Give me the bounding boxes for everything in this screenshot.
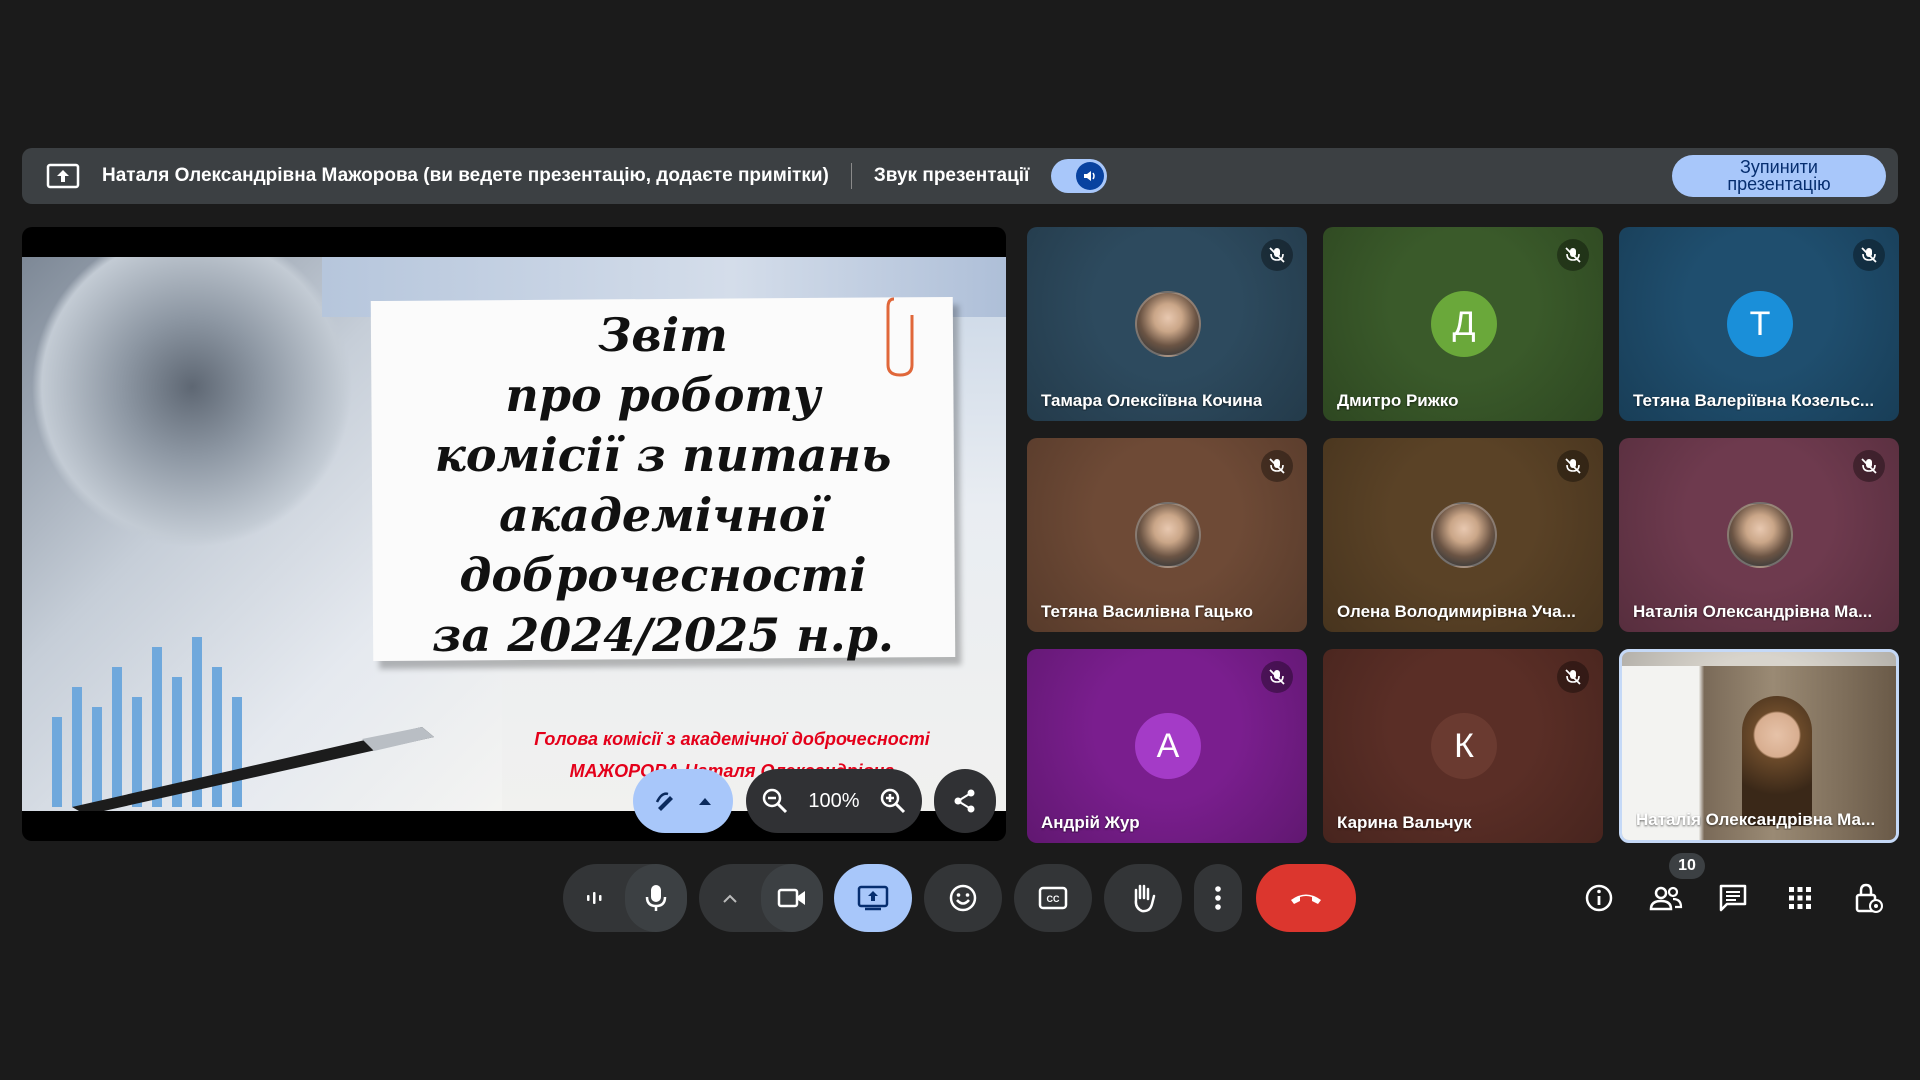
stop-presenting-button[interactable]: Зупинити презентацію (1672, 155, 1886, 197)
volume-icon (1076, 162, 1105, 190)
slide-subtitle-line: Голова комісії з академічної доброчеснос… (534, 729, 930, 749)
participant-name: Олена Володимирівна Уча... (1337, 602, 1576, 621)
activities-button[interactable] (1782, 880, 1818, 916)
host-controls-icon (1855, 883, 1883, 913)
leave-call-button[interactable] (1256, 864, 1356, 932)
presentation-slide: Звіт про роботу комісії з питань академі… (22, 257, 1006, 811)
participant-tile[interactable]: Т Тетяна Валеріївна Козельс... (1619, 227, 1899, 421)
presentation-audio-toggle[interactable] (1051, 159, 1108, 193)
meeting-details-button[interactable] (1581, 880, 1617, 916)
share-slide-button[interactable] (934, 769, 996, 833)
participant-name: Тетяна Валеріївна Козельс... (1633, 391, 1875, 410)
raise-hand-button[interactable] (1104, 864, 1182, 932)
videocam-icon (777, 888, 805, 908)
banner-divider (850, 163, 852, 189)
present-to-all-icon (857, 885, 889, 911)
participant-face (1742, 696, 1812, 826)
participant-tile[interactable]: Олена Володимирівна Уча... (1323, 438, 1603, 632)
slide-title-line: про роботу (505, 368, 821, 422)
participant-name: Тетяна Василівна Гацько (1041, 602, 1253, 621)
people-icon (1649, 886, 1683, 911)
slide-pen-decoration (72, 727, 434, 811)
chevron-up-icon (723, 894, 737, 903)
share-icon (954, 789, 975, 813)
participant-avatar-photo (1135, 502, 1201, 568)
camera-button[interactable] (761, 864, 823, 932)
audio-level-icon (587, 892, 602, 904)
participant-tile[interactable]: Тамара Олексіївна Кочина (1027, 227, 1307, 421)
presenting-banner: Наталя Олександрівна Мажорова (ви ведете… (22, 148, 1898, 204)
audio-level-button[interactable] (563, 886, 625, 910)
participant-avatar-initial: Д (1431, 291, 1497, 357)
participant-tile[interactable]: Наталія Олександрівна Ма... (1619, 438, 1899, 632)
mic-off-icon (1261, 450, 1293, 482)
closed-caption-icon: CC (1038, 886, 1068, 910)
participant-avatar-photo (1135, 291, 1201, 357)
annotation-pen-icon (655, 792, 673, 811)
captions-button[interactable]: CC (1014, 864, 1092, 932)
chat-icon (1719, 884, 1747, 912)
mic-icon (645, 885, 667, 911)
participant-tile[interactable]: Д Дмитро Рижко (1323, 227, 1603, 421)
participant-avatar-photo (1431, 502, 1497, 568)
participant-name: Наталія Олександрівна Ма... (1633, 602, 1873, 621)
slide-title-line: доброчесності (459, 548, 867, 602)
slide-title: Звіт про роботу комісії з питань академі… (372, 305, 954, 665)
mic-off-icon (1853, 450, 1885, 482)
emoji-icon (949, 884, 977, 912)
participant-name: Дмитро Рижко (1337, 391, 1459, 410)
participant-avatar-photo (1727, 502, 1793, 568)
audio-controls (563, 864, 687, 932)
raise-hand-icon (1134, 884, 1156, 913)
participant-avatar-initial: К (1431, 713, 1497, 779)
participant-avatar-initial: А (1135, 713, 1201, 779)
svg-text:CC: CC (1047, 894, 1060, 904)
more-vert-icon (1215, 886, 1221, 910)
zoom-in-icon[interactable] (879, 787, 907, 815)
info-icon (1585, 884, 1613, 912)
zoom-controls: 100% (746, 769, 922, 833)
participant-name: Карина Вальчук (1337, 813, 1472, 832)
participant-name: Наталія Олександрівна Ма... (1636, 810, 1876, 829)
video-controls (699, 864, 823, 932)
presentation-audio-label: Звук презентації (873, 165, 1030, 186)
slide-title-line: академічної (499, 488, 827, 542)
mic-off-icon (1557, 239, 1589, 271)
apps-icon (1789, 887, 1811, 909)
chevron-up-icon (699, 798, 711, 805)
participant-avatar-initial: Т (1727, 291, 1793, 357)
annotation-tools-button[interactable] (633, 769, 733, 833)
present-to-all-icon (46, 163, 80, 189)
mic-off-icon (1261, 661, 1293, 693)
slide-title-line: за 2024/2025 н.р. (432, 608, 894, 662)
more-options-button[interactable] (1194, 864, 1242, 932)
people-button[interactable] (1648, 880, 1684, 916)
video-options-button[interactable] (699, 893, 761, 903)
mic-off-icon (1557, 661, 1589, 693)
people-count-badge: 10 (1669, 853, 1705, 879)
participant-name: Андрій Жур (1041, 813, 1140, 832)
present-now-button[interactable] (834, 864, 912, 932)
participant-name: Тамара Олексіївна Кочина (1041, 391, 1263, 410)
participant-tile[interactable]: К Карина Вальчук (1323, 649, 1603, 843)
participant-tile[interactable]: Наталія Олександрівна Ма... (1619, 649, 1899, 843)
slide-subtitle: Голова комісії з академічної доброчеснос… (472, 723, 992, 787)
host-controls-button[interactable] (1850, 880, 1886, 916)
chat-button[interactable] (1715, 880, 1751, 916)
mic-off-icon (1261, 239, 1293, 271)
zoom-level: 100% (808, 789, 860, 812)
participant-tile[interactable]: Тетяна Василівна Гацько (1027, 438, 1307, 632)
slide-title-line: комісії з питань (434, 428, 892, 482)
presentation-stage: Звіт про роботу комісії з питань академі… (22, 227, 1006, 841)
reactions-button[interactable] (924, 864, 1002, 932)
participant-tile[interactable]: А Андрій Жур (1027, 649, 1307, 843)
microphone-button[interactable] (625, 864, 687, 932)
mic-off-icon (1853, 239, 1885, 271)
call-end-icon (1291, 894, 1321, 904)
slide-title-line: Звіт (598, 308, 728, 362)
zoom-out-icon[interactable] (761, 787, 789, 815)
presenter-status-text: Наталя Олександрівна Мажорова (ви ведете… (102, 165, 829, 186)
mic-off-icon (1557, 450, 1589, 482)
